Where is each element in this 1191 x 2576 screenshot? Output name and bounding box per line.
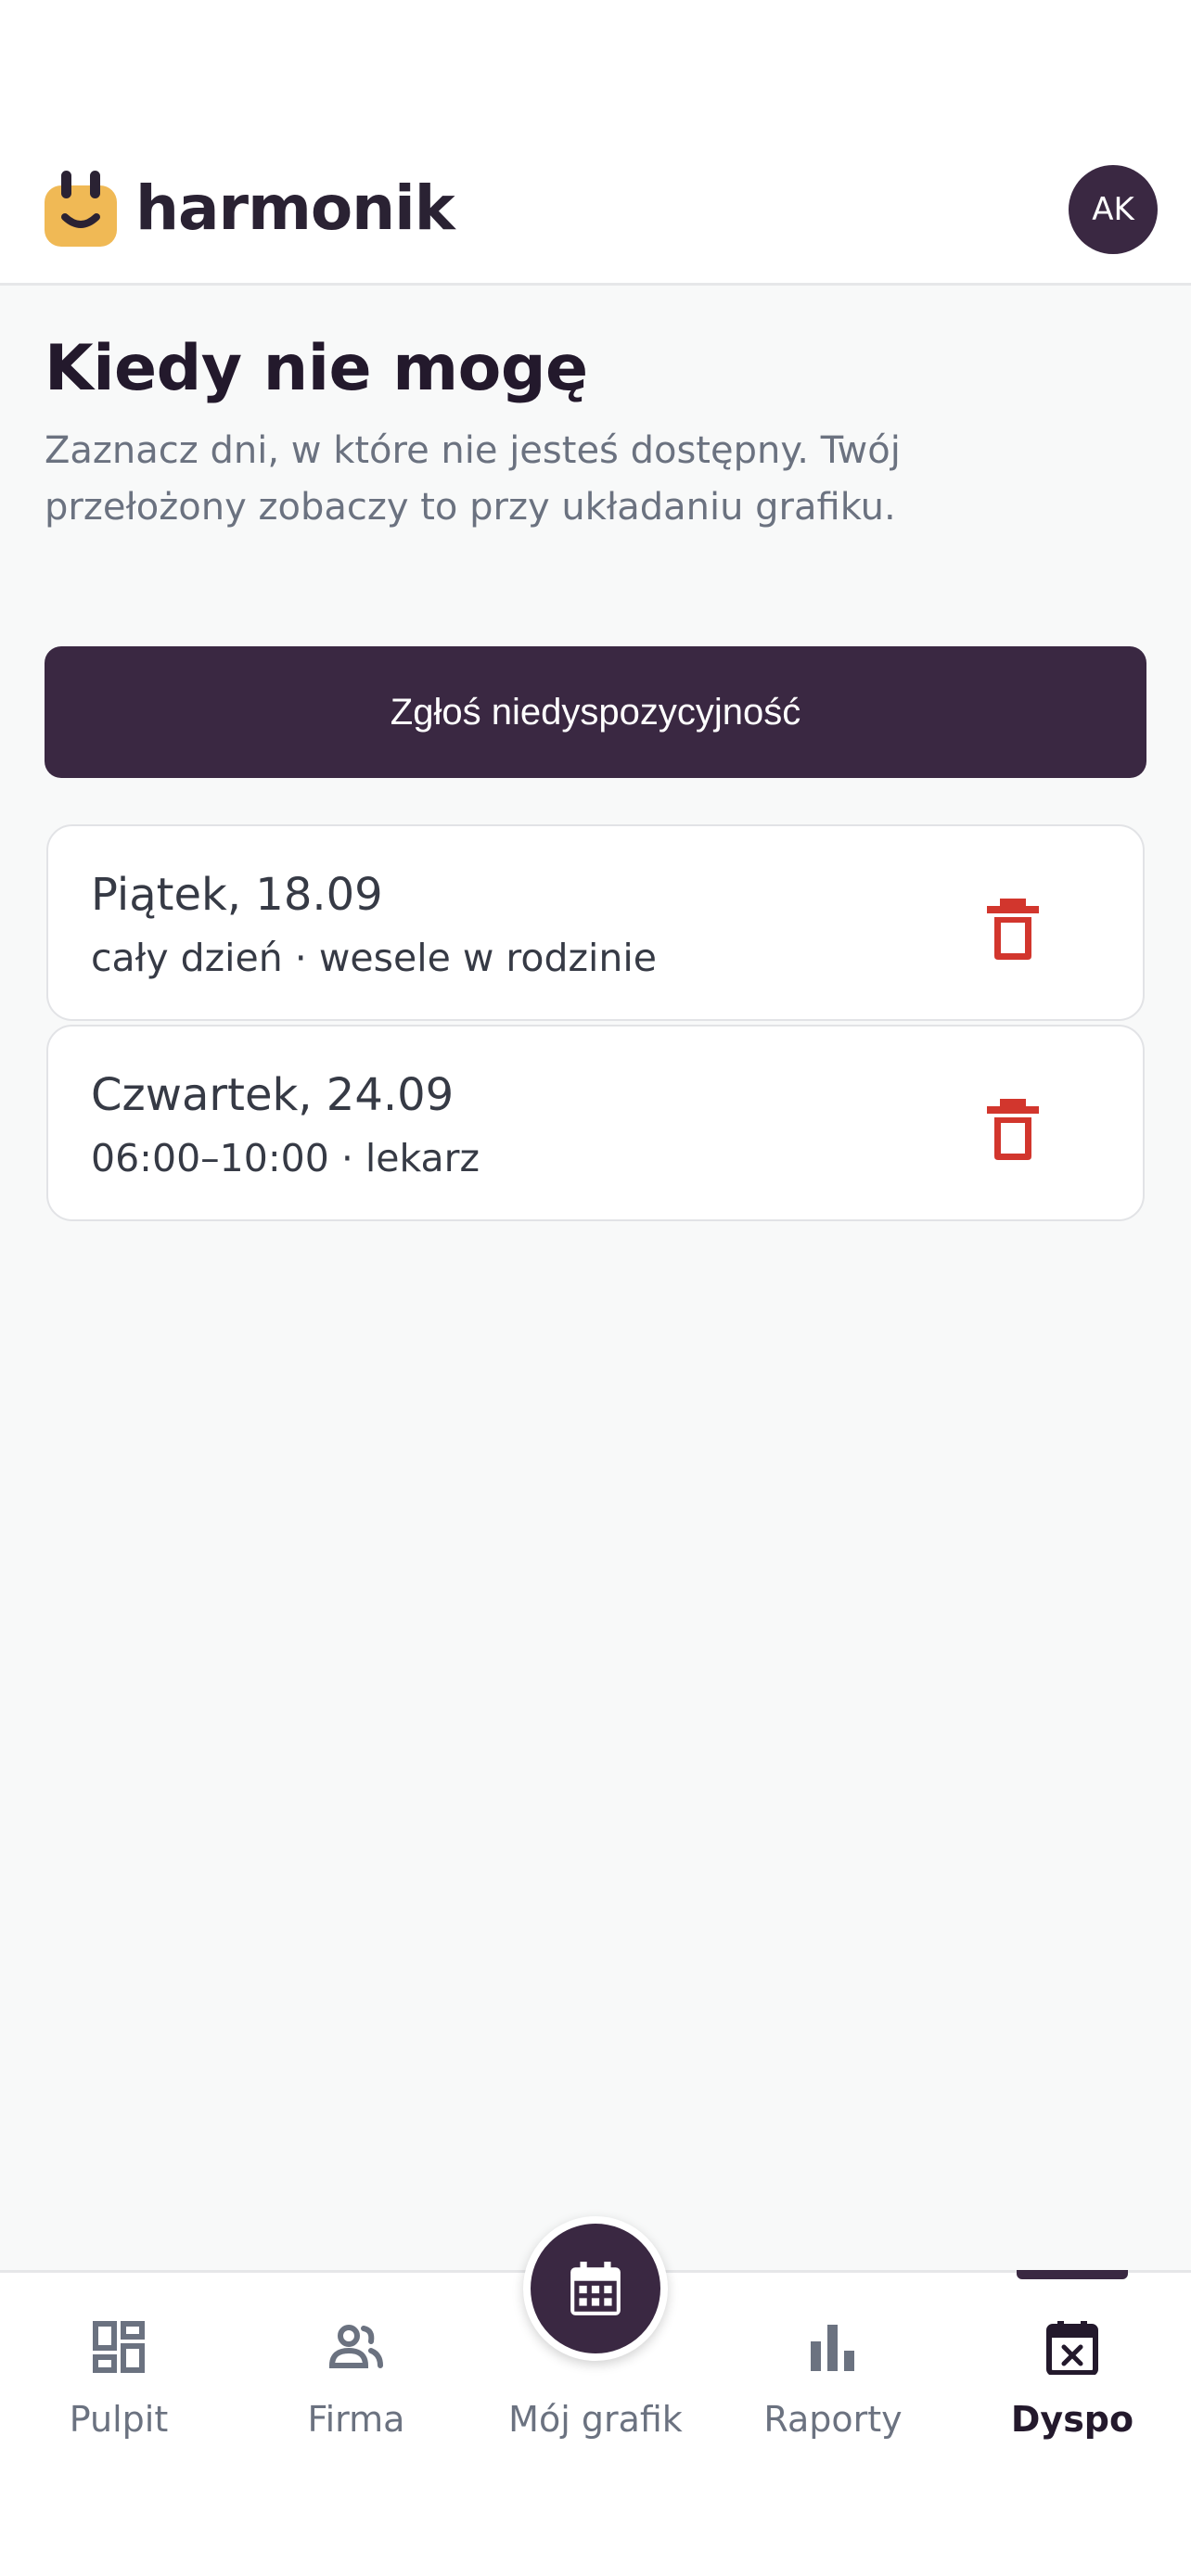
- calendar-icon: [570, 2262, 621, 2315]
- nav-label: Dyspo: [1010, 2399, 1134, 2440]
- nav-item-raporty[interactable]: Raporty: [714, 2273, 952, 2468]
- page-subtitle: Zaznacz dni, w które nie jesteś dostępny…: [45, 429, 901, 529]
- nav-label: Pulpit: [69, 2399, 169, 2440]
- smiley-logo-icon: [45, 171, 117, 247]
- unavailability-card: Czwartek, 24.09 06:00–10:00 · lekarz: [46, 1025, 1145, 1221]
- calendar-x-icon: [1046, 2321, 1098, 2375]
- nav-item-pulpit[interactable]: Pulpit: [0, 2273, 237, 2468]
- trash-icon[interactable]: [985, 1099, 1041, 1160]
- app-name: harmonik: [135, 172, 455, 244]
- entry-date: Czwartek, 24.09: [91, 1069, 455, 1121]
- app-logo[interactable]: harmonik: [45, 171, 455, 247]
- app-header: harmonik AK: [0, 0, 1191, 286]
- nav-label: Mój grafik: [508, 2399, 683, 2440]
- nav-label: Firma: [307, 2399, 405, 2440]
- nav-item-firma[interactable]: Firma: [237, 2273, 475, 2468]
- dashboard-icon: [93, 2321, 145, 2373]
- people-icon: [328, 2325, 383, 2368]
- entry-date: Piątek, 18.09: [91, 869, 383, 921]
- unavailability-card: Piątek, 18.09 cały dzień · wesele w rodz…: [46, 824, 1145, 1021]
- my-schedule-fab[interactable]: [523, 2216, 668, 2361]
- user-avatar[interactable]: AK: [1069, 165, 1158, 254]
- page-title: Kiedy nie mogę: [45, 332, 588, 405]
- nav-item-dyspo[interactable]: Dyspo: [954, 2273, 1191, 2468]
- bar-chart-icon: [811, 2325, 854, 2371]
- entry-detail: 06:00–10:00 · lekarz: [91, 1136, 480, 1180]
- nav-label: Raporty: [763, 2399, 903, 2440]
- app-screen: harmonik AK Kiedy nie mogę Zaznacz dni, …: [0, 0, 1191, 2576]
- report-unavailability-button[interactable]: Zgłoś niedyspozycyjność: [45, 646, 1146, 778]
- trash-icon[interactable]: [985, 899, 1041, 960]
- entry-detail: cały dzień · wesele w rodzinie: [91, 936, 657, 980]
